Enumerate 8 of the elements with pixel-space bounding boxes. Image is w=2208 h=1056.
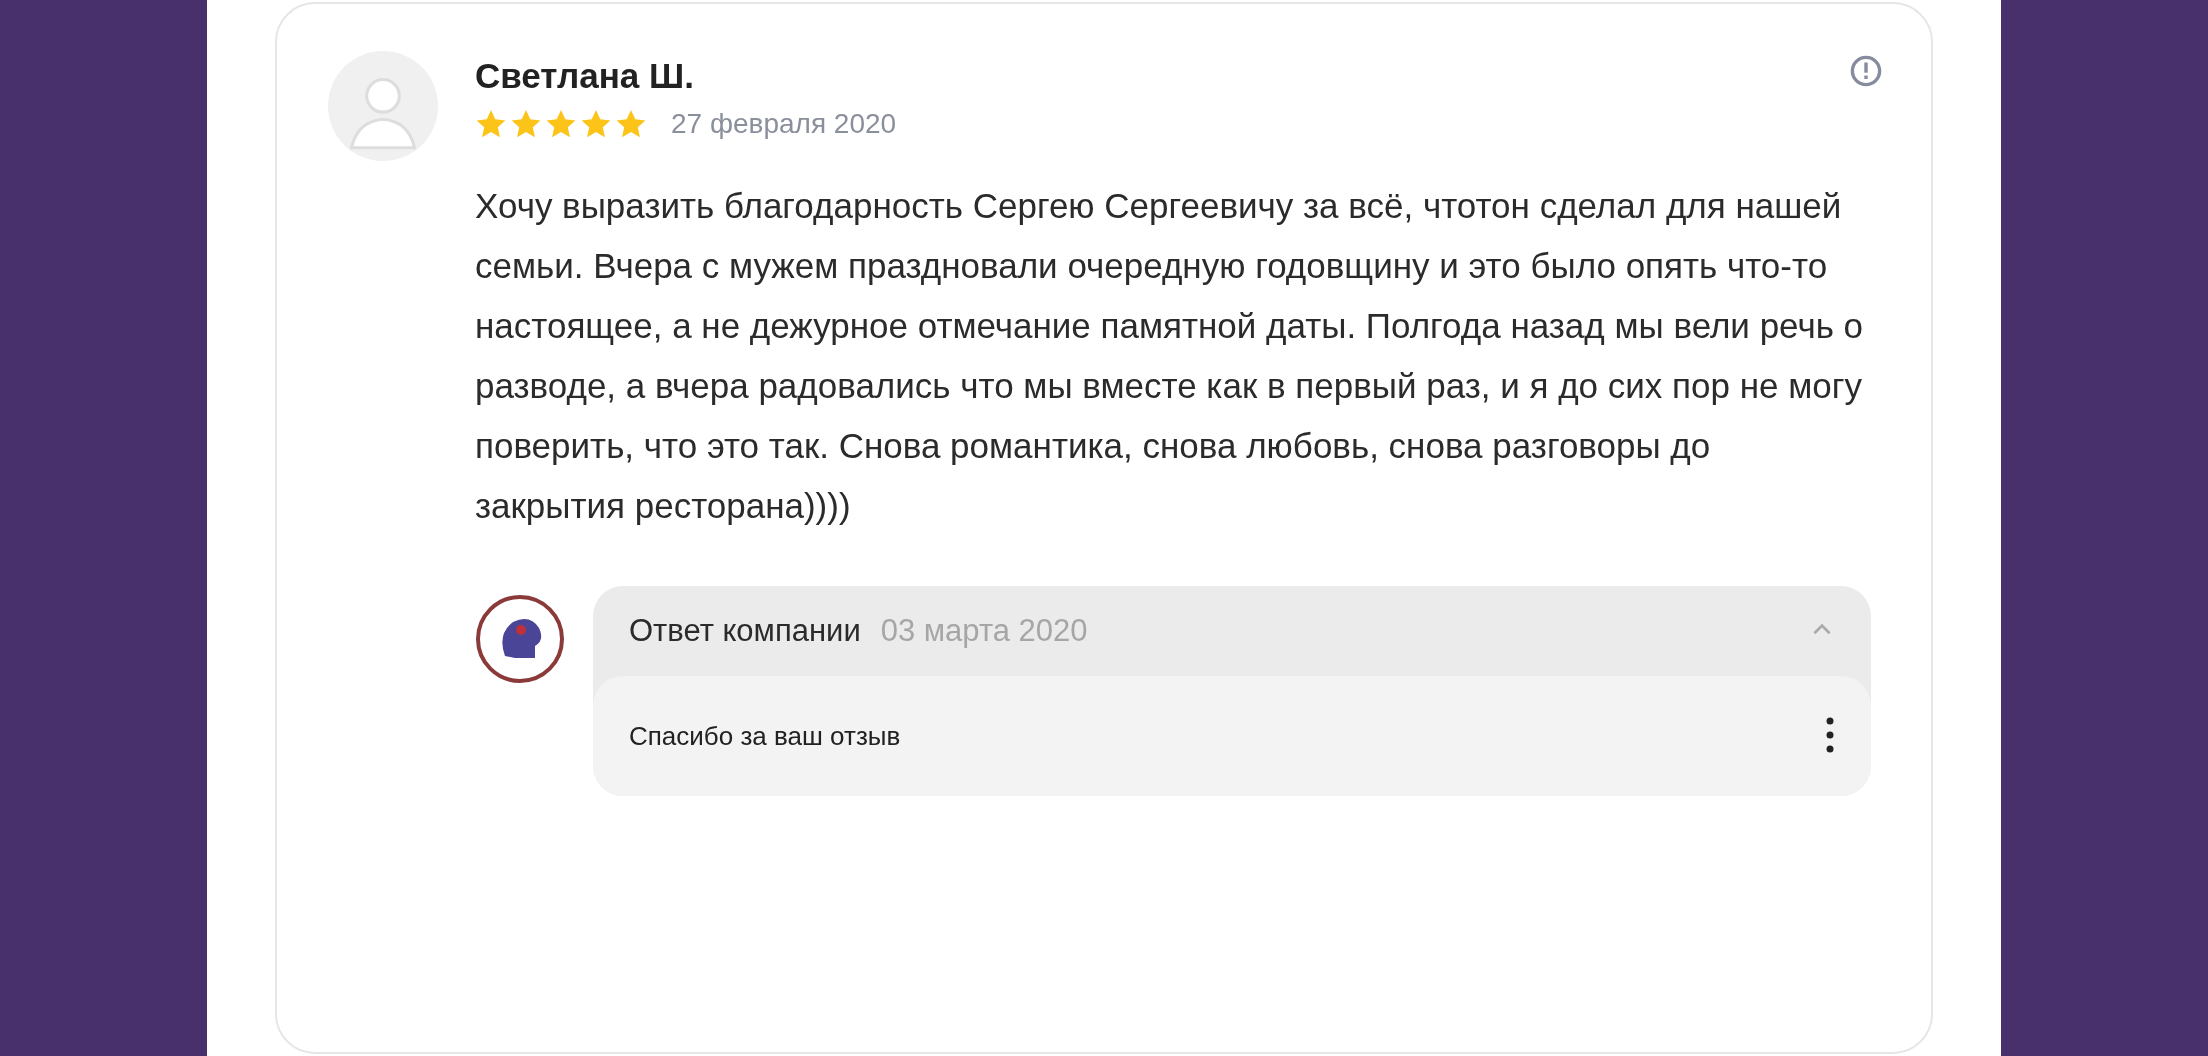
reply-date: 03 марта 2020 [880, 613, 1089, 649]
company-logo-icon [475, 594, 565, 684]
review-text: Хочу выразить благодарность Сергею Сергеевичу за всё, чтотон сделал для нашей семьи. Вчера с мужем праздновали очередную годовщину и это было опять что-то настоящее, а не дежурное отмечание памятной даты. Полгода назад мы вели речь о разводе, а вчера радовались что мы вместе как в первый раз, и я до сих пор не могу поверить, что это так. Снова романтика, снова любовь, снова разговоры до закрытия ресторана)))) [475, 185, 1865, 527]
review-date: 27 февраля 2020 [671, 108, 897, 140]
reply-text: Спасибо за ваш отзыв [629, 720, 901, 752]
reply-title: Ответ компании [629, 613, 861, 649]
user-avatar-icon [327, 50, 439, 162]
author-name: Светлана Ш. [475, 56, 695, 96]
